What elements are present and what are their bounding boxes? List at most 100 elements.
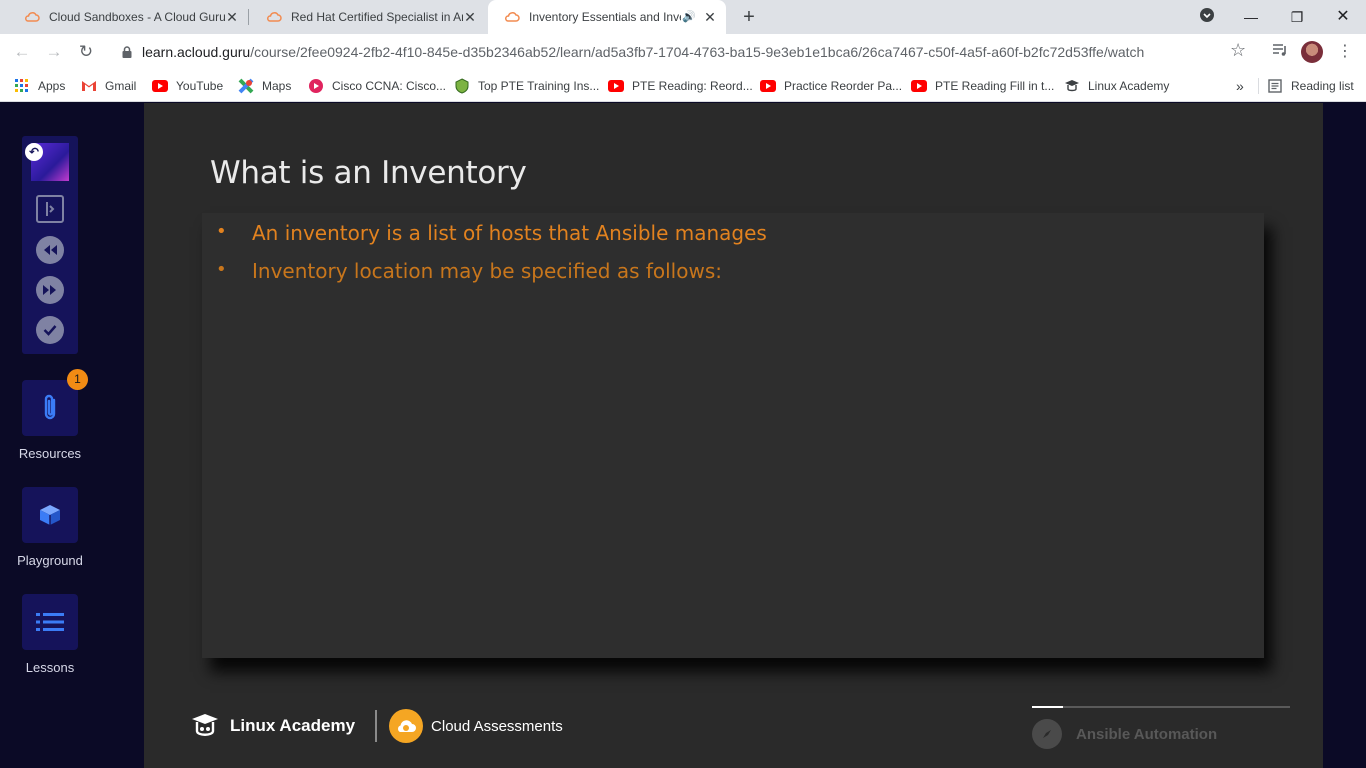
gmail-icon	[81, 78, 97, 94]
bookmark-label: Linux Academy	[1088, 79, 1170, 93]
new-tab-button[interactable]: +	[738, 6, 760, 28]
tab-search-button[interactable]	[1195, 5, 1219, 29]
bullet-dot-icon: •	[216, 221, 227, 242]
bookmark-apps[interactable]: Apps	[14, 76, 65, 96]
bookmark-pte-reading-reorder[interactable]: PTE Reading: Reord...	[608, 76, 753, 96]
bookmark-youtube[interactable]: YouTube	[152, 76, 223, 96]
restore-button[interactable]: ❐	[1285, 5, 1309, 29]
slide-bullet: • Inventory location may be specified as…	[216, 259, 722, 283]
bookmark-practice-reorder[interactable]: Practice Reorder Pa...	[760, 76, 902, 96]
linux-academy-wordmark: Linux Academy	[230, 716, 356, 735]
tab-inventory-essentials[interactable]: Inventory Essentials and Inve 🔊 ✕	[488, 0, 726, 34]
playground-label: Playground	[17, 553, 83, 568]
tab-title: Inventory Essentials and Inve	[529, 10, 681, 24]
close-window-button[interactable]: ✕	[1331, 5, 1355, 29]
more-menu-icon[interactable]: ⋮	[1335, 42, 1355, 62]
tab-red-hat-specialist[interactable]: Red Hat Certified Specialist in An ✕	[250, 0, 486, 34]
reading-list-button[interactable]: Reading list	[1267, 76, 1354, 96]
brand-divider	[375, 710, 378, 742]
video-player[interactable]: What is an Inventory • An inventory is a…	[144, 103, 1323, 768]
tab-separator	[248, 9, 249, 25]
compass-icon	[1032, 719, 1062, 749]
slide-bullet: • An inventory is a list of hosts that A…	[216, 221, 767, 245]
bookmark-label: Top PTE Training Ins...	[478, 79, 600, 93]
reading-list-icon	[1267, 78, 1283, 94]
cloud-assessments-logo-icon	[389, 709, 424, 743]
tab-cloud-sandboxes[interactable]: Cloud Sandboxes - A Cloud Guru ✕	[8, 0, 248, 34]
youtube-icon	[608, 78, 624, 94]
resources-count-badge: 1	[67, 369, 88, 390]
browser-toolbar: ← → ↻ learn.acloud.guru/course/2fee0924-…	[0, 34, 1366, 70]
bullet-dot-icon: •	[216, 259, 227, 280]
back-button[interactable]: ←	[10, 40, 34, 64]
cloud-guru-favicon-icon	[504, 9, 520, 25]
address-bar[interactable]: learn.acloud.guru/course/2fee0924-2fb2-4…	[108, 38, 1258, 66]
cisco-icon	[308, 78, 324, 94]
bookmark-linux-academy[interactable]: Linux Academy	[1064, 76, 1169, 96]
bookmarks-overflow-button[interactable]: »	[1236, 76, 1244, 96]
bookmark-label: PTE Reading Fill in t...	[935, 79, 1055, 93]
bookmark-label: Apps	[38, 79, 66, 93]
list-icon	[36, 613, 64, 631]
paperclip-icon	[44, 394, 56, 420]
lessons-button[interactable]	[22, 594, 78, 650]
linux-academy-logo-icon	[192, 714, 218, 736]
minimize-button[interactable]: —	[1239, 5, 1263, 29]
profile-avatar[interactable]	[1301, 41, 1323, 63]
bookmark-label: Gmail	[105, 79, 137, 93]
bookmark-pte-fill[interactable]: PTE Reading Fill in t...	[911, 76, 1054, 96]
lock-icon	[122, 46, 132, 58]
media-control-icon[interactable]	[1270, 42, 1290, 62]
url-text: learn.acloud.guru/course/2fee0924-2fb2-4…	[142, 44, 1145, 60]
bookmark-label: YouTube	[176, 79, 224, 93]
rewind-icon[interactable]	[36, 236, 64, 264]
mark-complete-check-icon[interactable]	[36, 316, 64, 344]
slide-progress-fill	[1032, 706, 1063, 708]
slide-title: What is an Inventory	[210, 155, 527, 191]
maps-icon	[238, 78, 254, 94]
bullet-text: An inventory is a list of hosts that Ans…	[252, 221, 767, 245]
close-tab-icon[interactable]: ✕	[224, 9, 240, 25]
slide-content-box: • An inventory is a list of hosts that A…	[202, 213, 1264, 658]
bookmark-gmail[interactable]: Gmail	[81, 76, 136, 96]
youtube-icon	[760, 78, 776, 94]
reload-button[interactable]: ↻	[74, 40, 98, 64]
slide-progress-bar	[1032, 706, 1290, 708]
bookmark-cisco-ccna[interactable]: Cisco CCNA: Cisco...	[308, 76, 446, 96]
bookmark-top-pte[interactable]: Top PTE Training Ins...	[454, 76, 599, 96]
bookmark-star-icon[interactable]: ☆	[1230, 40, 1246, 61]
bullet-text: Inventory location may be specified as f…	[252, 259, 722, 283]
tab-title: Cloud Sandboxes - A Cloud Guru	[49, 10, 226, 24]
back-arrow-icon[interactable]: ↶	[25, 143, 43, 161]
playground-button[interactable]	[22, 487, 78, 543]
apps-grid-icon	[14, 78, 30, 94]
youtube-icon	[911, 78, 927, 94]
cloud-guru-favicon-icon	[266, 9, 282, 25]
course-thumbnail[interactable]: ↶	[25, 143, 69, 181]
lessons-label: Lessons	[25, 660, 75, 675]
player-control-panel: ↶	[22, 136, 78, 354]
slide-footer-branding: Linux Academy Cloud Assessments	[190, 709, 563, 743]
resources-label: Resources	[18, 446, 82, 461]
close-tab-icon[interactable]: ✕	[462, 9, 478, 25]
course-tag: Ansible Automation	[1032, 719, 1217, 749]
course-name: Ansible Automation	[1076, 725, 1218, 743]
reading-list-label: Reading list	[1291, 79, 1354, 93]
audio-playing-icon[interactable]: 🔊	[682, 9, 696, 25]
youtube-icon	[152, 78, 168, 94]
fast-forward-icon[interactable]	[36, 276, 64, 304]
bookmark-maps[interactable]: Maps	[238, 76, 291, 96]
tab-title: Red Hat Certified Specialist in An	[291, 10, 463, 24]
cubes-icon	[40, 505, 60, 525]
bookmark-label: Maps	[262, 79, 292, 93]
cloud-assessments-wordmark: Cloud Assessments	[431, 717, 563, 735]
forward-button[interactable]: →	[42, 40, 66, 64]
bookmarks-bar: Apps Gmail YouTube Maps Cisco CCNA: Cisc…	[0, 70, 1366, 102]
bookmark-label: Practice Reorder Pa...	[784, 79, 903, 93]
pte-icon	[454, 78, 470, 94]
close-tab-icon[interactable]: ✕	[702, 9, 718, 25]
bookmark-label: PTE Reading: Reord...	[632, 79, 753, 93]
resources-button[interactable]	[22, 380, 78, 436]
bookmark-label: Cisco CCNA: Cisco...	[332, 79, 447, 93]
toggle-panel-icon[interactable]	[36, 195, 64, 223]
